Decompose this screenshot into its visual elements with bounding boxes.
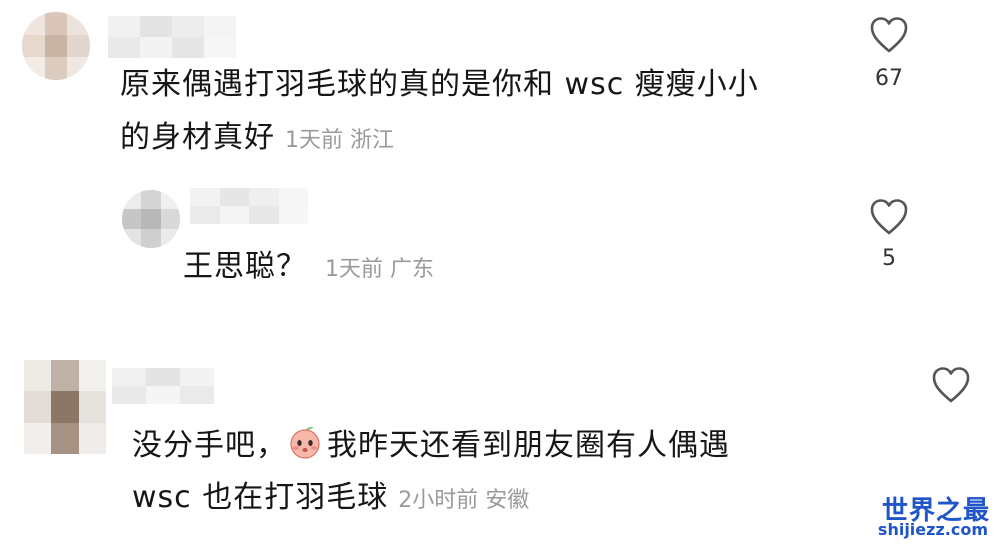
comment-text-line1: 没分手吧， 我昨天还看到朋友圈有人偶遇 (132, 424, 730, 461)
like-heart-icon[interactable] (869, 198, 909, 236)
username-blurred[interactable] (112, 368, 214, 404)
comment-text: wsc 也在打羽毛球 (132, 480, 389, 515)
comment-text-start: 没分手吧， (132, 428, 287, 463)
comment-location: 安徽 (485, 488, 530, 513)
like-count: 67 (875, 66, 903, 91)
like-count: 5 (882, 246, 896, 271)
comment-meta: 1天前 浙江 (285, 128, 394, 153)
comment-time: 2小时前 (398, 488, 479, 513)
comment-meta: 1天前 广东 (325, 257, 434, 282)
avatar[interactable] (22, 12, 90, 80)
comment-time: 1天前 (285, 128, 343, 153)
comment-text: 的身材真好 (120, 120, 275, 155)
reply-text-line: 王思聪？ 1天前 广东 (183, 252, 434, 285)
comment-text: 王思聪？ (183, 249, 307, 284)
avatar[interactable] (24, 360, 106, 454)
peach-face-emoji-icon (290, 427, 320, 459)
like-heart-icon[interactable] (869, 16, 909, 54)
comment-text-line2: 的身材真好 1天前 浙江 (120, 123, 394, 156)
comment-text-rest: 我昨天还看到朋友圈有人偶遇 (327, 428, 730, 463)
comment-text-line1: 原来偶遇打羽毛球的真的是你和 wsc 瘦瘦小小 (120, 67, 759, 102)
comment-text-line2: wsc 也在打羽毛球 2小时前 安徽 (132, 483, 529, 516)
comment-time: 1天前 (325, 257, 383, 282)
watermark-domain: shijiezz.com (877, 520, 988, 539)
avatar[interactable] (122, 190, 180, 248)
comment-location: 浙江 (350, 128, 395, 153)
username-blurred[interactable] (190, 188, 308, 224)
like-heart-icon[interactable] (931, 366, 971, 404)
comment-location: 广东 (390, 257, 435, 282)
username-blurred[interactable] (108, 16, 236, 58)
comment-meta: 2小时前 安徽 (398, 488, 529, 513)
